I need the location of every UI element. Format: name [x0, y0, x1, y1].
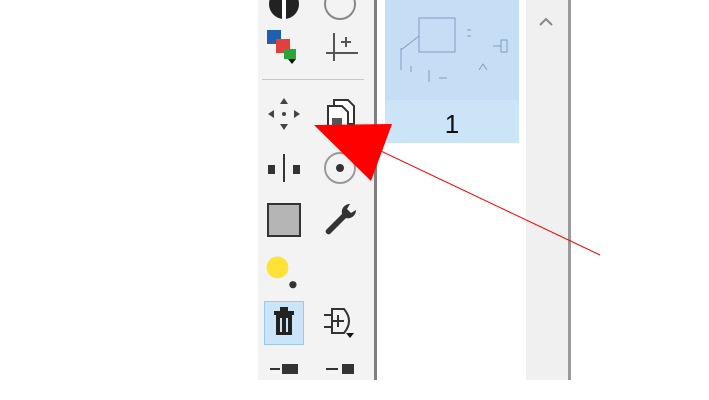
- half-circle-icon[interactable]: [264, 0, 304, 26]
- move-icon[interactable]: [264, 92, 304, 136]
- delete-icon[interactable]: [264, 301, 304, 345]
- snap-circle-icon[interactable]: [320, 146, 360, 190]
- toolbar-separator: [262, 79, 364, 80]
- align-left-icon[interactable]: [264, 356, 304, 400]
- pages-scrollbar[interactable]: [526, 0, 568, 380]
- layers-color-icon[interactable]: [264, 25, 304, 69]
- circle-outline-icon[interactable]: [320, 0, 360, 26]
- wrench-icon[interactable]: [320, 198, 360, 242]
- chevron-up-icon: [539, 17, 553, 26]
- yellow-dot-icon[interactable]: [262, 250, 302, 294]
- align-right-icon[interactable]: [320, 356, 360, 400]
- panel-right-border: [568, 0, 571, 380]
- scroll-up-button[interactable]: [530, 6, 562, 36]
- copy-icon[interactable]: [320, 92, 360, 136]
- add-pin-icon[interactable]: [320, 301, 360, 345]
- gray-square-icon[interactable]: [264, 198, 304, 242]
- page-preview: [385, 0, 519, 100]
- origin-icon[interactable]: [322, 25, 362, 69]
- page-number: 1: [444, 109, 460, 139]
- mirror-icon[interactable]: [264, 146, 304, 190]
